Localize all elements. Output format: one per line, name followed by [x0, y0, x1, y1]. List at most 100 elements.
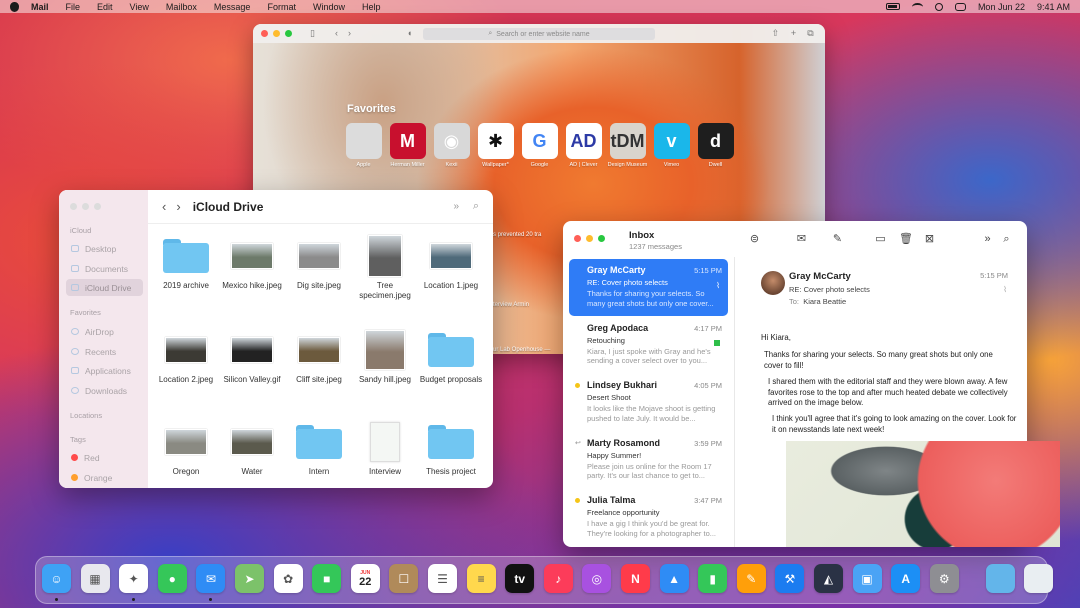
- wifi-icon[interactable]: [911, 2, 923, 11]
- sidebar-toggle-icon[interactable]: ▯: [308, 29, 317, 38]
- menu-time[interactable]: 9:41 AM: [1037, 2, 1070, 12]
- menu-message[interactable]: Message: [214, 2, 251, 12]
- menu-format[interactable]: Format: [267, 2, 296, 12]
- file-item[interactable]: Location 2.jpeg: [153, 328, 219, 385]
- folder-item[interactable]: Budget proposals: [418, 328, 484, 385]
- privacy-shield-icon[interactable]: ◖: [405, 29, 414, 38]
- reminders-icon[interactable]: ☰: [428, 564, 457, 593]
- search-icon[interactable]: ⌕: [473, 200, 479, 213]
- favorite-ad-clever[interactable]: AD AD | Clever: [565, 123, 602, 168]
- minimize-icon[interactable]: [586, 235, 593, 242]
- keynote-icon[interactable]: ▲: [659, 564, 689, 593]
- safari-icon[interactable]: ✦: [119, 564, 149, 593]
- photos-icon[interactable]: ✿: [273, 564, 303, 593]
- facetime-icon[interactable]: ■: [312, 564, 342, 593]
- menu-date[interactable]: Mon Jun 22: [978, 2, 1025, 12]
- pages-icon[interactable]: ✎: [736, 564, 766, 593]
- spotlight-icon[interactable]: [934, 2, 943, 11]
- file-item[interactable]: Mexico hike.jpeg: [219, 234, 285, 291]
- news-icon[interactable]: N: [621, 564, 650, 593]
- reading-list-item[interactable]: ur Lab Openhouse —: [493, 347, 550, 353]
- zoom-icon[interactable]: [598, 235, 605, 242]
- sidebar-item-documents[interactable]: Documents: [66, 260, 143, 277]
- mail-icon[interactable]: ✉: [196, 564, 226, 593]
- sidebar-item-applications[interactable]: Applications: [66, 362, 143, 379]
- messages-icon[interactable]: ●: [157, 564, 187, 593]
- sidebar-tag-orange[interactable]: Orange: [66, 469, 143, 486]
- instruments-icon[interactable]: ◭: [814, 564, 843, 593]
- envelope-icon[interactable]: ✉: [795, 233, 808, 245]
- sidebar-item-desktop[interactable]: Desktop: [66, 240, 143, 257]
- new-tab-icon[interactable]: +: [789, 29, 798, 38]
- more-toolbar-icon[interactable]: »: [981, 233, 994, 245]
- back-chevron-icon[interactable]: ‹: [332, 29, 341, 38]
- message-list-item[interactable]: Gray McCarty 5:15 PM RE: Cover photo selec…: [569, 259, 728, 316]
- folder-item[interactable]: 2019 archive: [153, 234, 219, 291]
- archive-icon[interactable]: ▭: [874, 233, 887, 245]
- sidebar-item-airdrop[interactable]: AirDrop: [66, 323, 143, 340]
- notes-icon[interactable]: ≡: [466, 564, 496, 593]
- trash-icon[interactable]: [1024, 564, 1054, 593]
- favorite-vimeo[interactable]: v Vimeo: [653, 123, 690, 168]
- numbers-icon[interactable]: ▮: [698, 564, 728, 593]
- back-chevron-icon[interactable]: ‹: [162, 199, 166, 214]
- close-icon[interactable]: [261, 30, 268, 37]
- favorite-kexii[interactable]: ◉ Kexii: [433, 123, 470, 168]
- menu-mailbox[interactable]: Mailbox: [166, 2, 197, 12]
- file-item[interactable]: Interview: [352, 420, 418, 477]
- file-item[interactable]: Dig site.jpeg: [286, 234, 352, 291]
- battery-icon[interactable]: [885, 3, 900, 10]
- compose-icon[interactable]: ✎: [831, 233, 844, 245]
- menu-help[interactable]: Help: [362, 2, 381, 12]
- forward-chevron-icon[interactable]: ›: [176, 199, 180, 214]
- minimize-icon[interactable]: [273, 30, 280, 37]
- message-list-item[interactable]: Greg Apodaca 4:17 PM Retouching Kiara, I ju…: [569, 317, 728, 374]
- finder-icon[interactable]: ☺: [42, 564, 71, 593]
- menu-view[interactable]: View: [130, 2, 149, 12]
- file-item[interactable]: Cliff site.jpeg: [286, 328, 352, 385]
- search-icon[interactable]: ⌕: [1000, 233, 1013, 245]
- preview-icon[interactable]: ▣: [852, 564, 882, 593]
- attachment-icon[interactable]: ⌇: [1003, 285, 1007, 294]
- contacts-icon[interactable]: ☐: [389, 564, 419, 593]
- reading-list-item[interactable]: terview Armin: [493, 302, 529, 308]
- file-item[interactable]: Tree specimen.jpeg: [352, 234, 418, 301]
- favorite-herman-miller[interactable]: M Herman Miller: [389, 123, 426, 168]
- downloads-folder-icon[interactable]: [985, 564, 1015, 593]
- folder-item[interactable]: Intern: [286, 420, 352, 477]
- apple-tv-icon[interactable]: tv: [505, 564, 535, 593]
- file-item[interactable]: Water: [219, 420, 285, 477]
- favorite-design-museum[interactable]: tDM Design Museum: [608, 123, 647, 168]
- more-toolbar-icon[interactable]: »: [453, 201, 459, 212]
- message-list-item[interactable]: Marty Rosamond 3:59 PM Happy Summer! Please…: [569, 432, 728, 489]
- maps-icon[interactable]: ➤: [235, 564, 264, 593]
- podcasts-icon[interactable]: ◎: [582, 564, 612, 593]
- sidebar-item-icloud-drive[interactable]: iCloud Drive: [66, 279, 143, 296]
- sidebar-item-downloads[interactable]: Downloads: [66, 382, 143, 399]
- app-store-icon[interactable]: A: [891, 564, 921, 593]
- file-item[interactable]: Sandy hill.jpeg: [352, 328, 418, 385]
- sidebar-item-recents[interactable]: Recents: [66, 343, 143, 360]
- favorite-dwell[interactable]: d Dwell: [697, 123, 734, 168]
- address-bar[interactable]: ⌕ Search or enter website name: [423, 28, 655, 40]
- trash-icon[interactable]: 🗑: [899, 233, 913, 245]
- share-icon[interactable]: ⇧: [771, 29, 780, 38]
- xcode-icon[interactable]: ⚒: [775, 564, 805, 593]
- message-list-item[interactable]: Julia Talma 3:47 PM Freelance opportunity I…: [569, 489, 728, 546]
- close-icon[interactable]: [574, 235, 581, 242]
- launchpad-icon[interactable]: ▦: [80, 564, 110, 593]
- favorite-wallpaper[interactable]: ✱ Wallpaper*: [477, 123, 514, 168]
- message-list-item[interactable]: Lindsey Bukhari 4:05 PM Desert Shoot It loo…: [569, 374, 728, 431]
- zoom-icon[interactable]: [94, 203, 101, 210]
- sidebar-tag-red[interactable]: Red: [66, 449, 143, 466]
- forward-chevron-icon[interactable]: ›: [345, 29, 354, 38]
- tab-overview-icon[interactable]: ⧉: [806, 29, 815, 38]
- menu-app-name[interactable]: Mail: [31, 2, 49, 12]
- apple-menu-icon[interactable]: [10, 1, 19, 12]
- file-item[interactable]: Silicon Valley.gif: [219, 328, 285, 385]
- junk-icon[interactable]: ⊠: [923, 233, 936, 245]
- menu-edit[interactable]: Edit: [97, 2, 113, 12]
- zoom-icon[interactable]: [285, 30, 292, 37]
- file-item[interactable]: Location 1.jpeg: [418, 234, 484, 291]
- minimize-icon[interactable]: [82, 203, 89, 210]
